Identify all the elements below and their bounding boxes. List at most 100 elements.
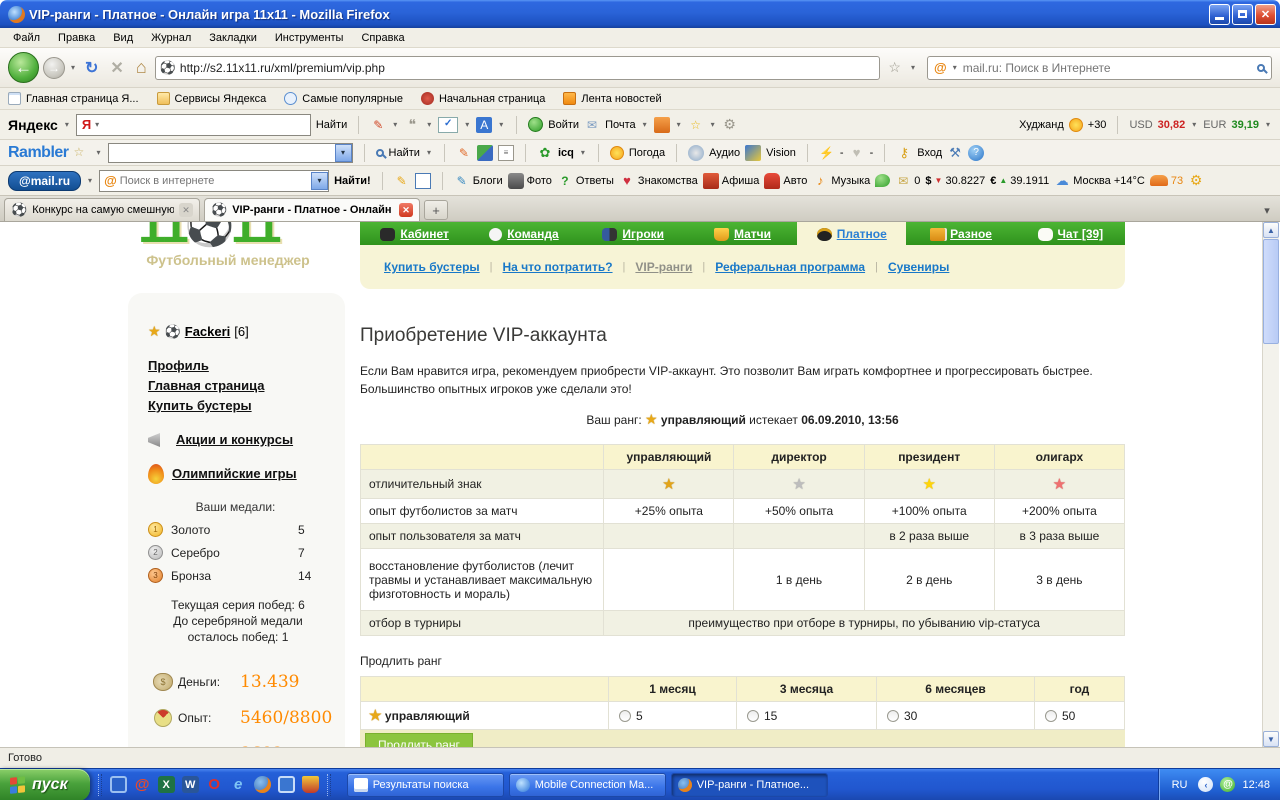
tools-icon[interactable]: ⚒ (947, 145, 963, 161)
mailru-link-afisha[interactable]: Афиша (703, 173, 760, 189)
yandex-logo-dropdown[interactable]: ▾ (65, 120, 69, 129)
sidebar-link-profile[interactable]: Профиль (148, 356, 345, 376)
usd-rate[interactable]: 30,82 (1158, 119, 1186, 131)
weather-city[interactable]: Худжанд (1019, 119, 1064, 131)
extend-rank-button[interactable]: Продлить ранг (365, 733, 473, 747)
reload-button[interactable]: ↻ (81, 58, 102, 78)
mail-agent-icon[interactable]: @ (134, 776, 151, 793)
task-button-search-results[interactable]: Результаты поиска (347, 773, 504, 797)
new-tab-button[interactable]: + (424, 200, 448, 220)
home-button[interactable]: ⌂ (132, 57, 151, 78)
tray-chevron-icon[interactable]: ‹ (1198, 777, 1213, 792)
favorites-dropdown[interactable]: ▾ (711, 120, 715, 129)
usd-dropdown[interactable]: ▾ (1192, 120, 1196, 129)
rambler-login-button[interactable]: Вход (917, 147, 942, 159)
scroll-up-button[interactable]: ▲ (1263, 222, 1279, 238)
menu-bookmarks[interactable]: Закладки (200, 29, 266, 47)
browser-tab-inactive[interactable]: ⚽ Конкурс на самую смешную подпись ... ✕ (4, 198, 200, 221)
task-button-firefox[interactable]: VIP-ранги - Платное... (671, 773, 828, 797)
rambler-search-field[interactable] (109, 145, 335, 161)
sidebar-link-contests[interactable]: Акции и конкурсы (176, 432, 293, 448)
tab-close-icon[interactable]: ✕ (179, 203, 193, 217)
url-bar[interactable]: ⚽ (155, 56, 881, 80)
excel-icon[interactable]: X (158, 776, 175, 793)
stop-button[interactable]: ✕ (106, 58, 127, 78)
radio-button[interactable] (1045, 710, 1057, 722)
page-scrollbar[interactable]: ▲ ▼ (1262, 222, 1279, 747)
restore-button[interactable] (1232, 4, 1253, 25)
subnav-vip-ranks[interactable]: VIP-ранги (635, 260, 692, 274)
pencil-icon[interactable]: ✎ (370, 117, 386, 133)
mailbox-counter[interactable]: ✉0 (895, 173, 920, 189)
mailru-find-button[interactable]: Найти! (334, 175, 371, 187)
language-indicator[interactable]: RU (1168, 778, 1192, 792)
taskbar-grip[interactable] (327, 774, 331, 796)
mail-envelope-icon[interactable]: ✉ (584, 117, 600, 133)
site-tab-cabinet[interactable]: Кабинет (360, 222, 469, 245)
close-button[interactable]: ✕ (1255, 4, 1276, 25)
wallet-dropdown[interactable]: ▾ (677, 120, 681, 129)
bookmark-item[interactable]: Начальная страница (421, 92, 545, 105)
mailru-link-auto[interactable]: Авто (764, 173, 807, 189)
compose-pencil-icon[interactable]: ✎ (394, 173, 410, 189)
site-tab-premium[interactable]: Платное (797, 222, 906, 245)
translate-dropdown[interactable]: ▾ (499, 120, 503, 129)
bookmark-star-icon[interactable]: ☆ (884, 59, 905, 76)
pencil-dropdown[interactable]: ▾ (393, 120, 397, 129)
agent-chat-icon[interactable] (875, 174, 890, 187)
bookmark-item[interactable]: Самые популярные (284, 92, 403, 105)
bookmark-item[interactable]: Лента новостей (563, 92, 661, 105)
settings-gear-icon[interactable]: ⚙ (722, 117, 738, 133)
bookmark-dropdown[interactable]: ▾ (911, 63, 915, 72)
site-tab-team[interactable]: Команда (469, 222, 578, 245)
rambler-combo-dropdown[interactable]: ▾ (335, 144, 352, 162)
rambler-vision-button[interactable]: Vision (766, 147, 796, 159)
price-option-3months[interactable]: 15 (737, 702, 877, 730)
package-icon[interactable] (477, 145, 493, 161)
minimize-button[interactable] (1209, 4, 1230, 25)
web-search-input[interactable] (963, 61, 1253, 75)
antivirus-shield-icon[interactable] (302, 776, 319, 793)
history-dropdown[interactable]: ▾ (71, 63, 75, 72)
icq-dropdown[interactable]: ▾ (581, 148, 585, 157)
rambler-audio-button[interactable]: Аудио (709, 147, 740, 159)
spellcheck-dropdown[interactable]: ▾ (465, 120, 469, 129)
task-button-mobile-connection[interactable]: Mobile Connection Ma... (509, 773, 666, 797)
menu-tools[interactable]: Инструменты (266, 29, 353, 47)
icq-button[interactable]: icq (558, 147, 574, 159)
word-icon[interactable]: W (182, 776, 199, 793)
radio-button[interactable] (747, 710, 759, 722)
sidebar-link-boosters[interactable]: Купить бустеры (148, 396, 345, 416)
rambler-find-button[interactable]: Найти (389, 147, 420, 159)
subnav-souvenirs[interactable]: Сувениры (888, 260, 949, 274)
scrollbar-thumb[interactable] (1263, 239, 1279, 344)
spellcheck-icon[interactable]: ✓ (438, 117, 458, 133)
mail-dropdown[interactable]: ▾ (643, 120, 647, 129)
rambler-star-icon[interactable]: ☆ (74, 145, 90, 161)
sidebar-link-olympics[interactable]: Олимпийские игры (172, 466, 297, 482)
search-engine-dropdown[interactable]: ▾ (953, 63, 957, 72)
heart-icon[interactable]: ♥ (849, 145, 865, 161)
price-option-6months[interactable]: 30 (877, 702, 1035, 730)
opera-icon[interactable]: O (206, 776, 223, 793)
site-tab-chat[interactable]: Чат [39] (1016, 222, 1125, 245)
subnav-spend[interactable]: На что потратить? (503, 260, 613, 274)
yandex-mail-button[interactable]: Почта (605, 119, 636, 131)
menu-help[interactable]: Справка (352, 29, 413, 47)
eur-rate[interactable]: 39,19 (1231, 119, 1259, 131)
mailru-logo[interactable]: @mail.ru (8, 171, 81, 191)
mailru-link-dating[interactable]: ♥Знакомства (619, 173, 698, 189)
yandex-find-button[interactable]: Найти (316, 119, 347, 131)
mailru-combo-dropdown[interactable]: ▾ (311, 172, 328, 190)
search-bar[interactable]: @ ▾ (927, 56, 1272, 80)
tray-agent-icon[interactable]: @ (1220, 777, 1235, 792)
lightning-icon[interactable]: ⚡ (819, 145, 835, 161)
username-link[interactable]: Fackeri (185, 324, 231, 339)
preview-icon[interactable] (415, 173, 431, 189)
mailru-link-photo[interactable]: Фото (508, 173, 552, 189)
traffic-ticker[interactable]: 73 (1150, 175, 1183, 187)
sidebar-link-home[interactable]: Главная страница (148, 376, 345, 396)
search-engine-icon[interactable]: @ (934, 60, 947, 75)
mailru-search-field[interactable] (120, 175, 308, 187)
mailru-link-blogs[interactable]: ✎Блоги (454, 173, 503, 189)
